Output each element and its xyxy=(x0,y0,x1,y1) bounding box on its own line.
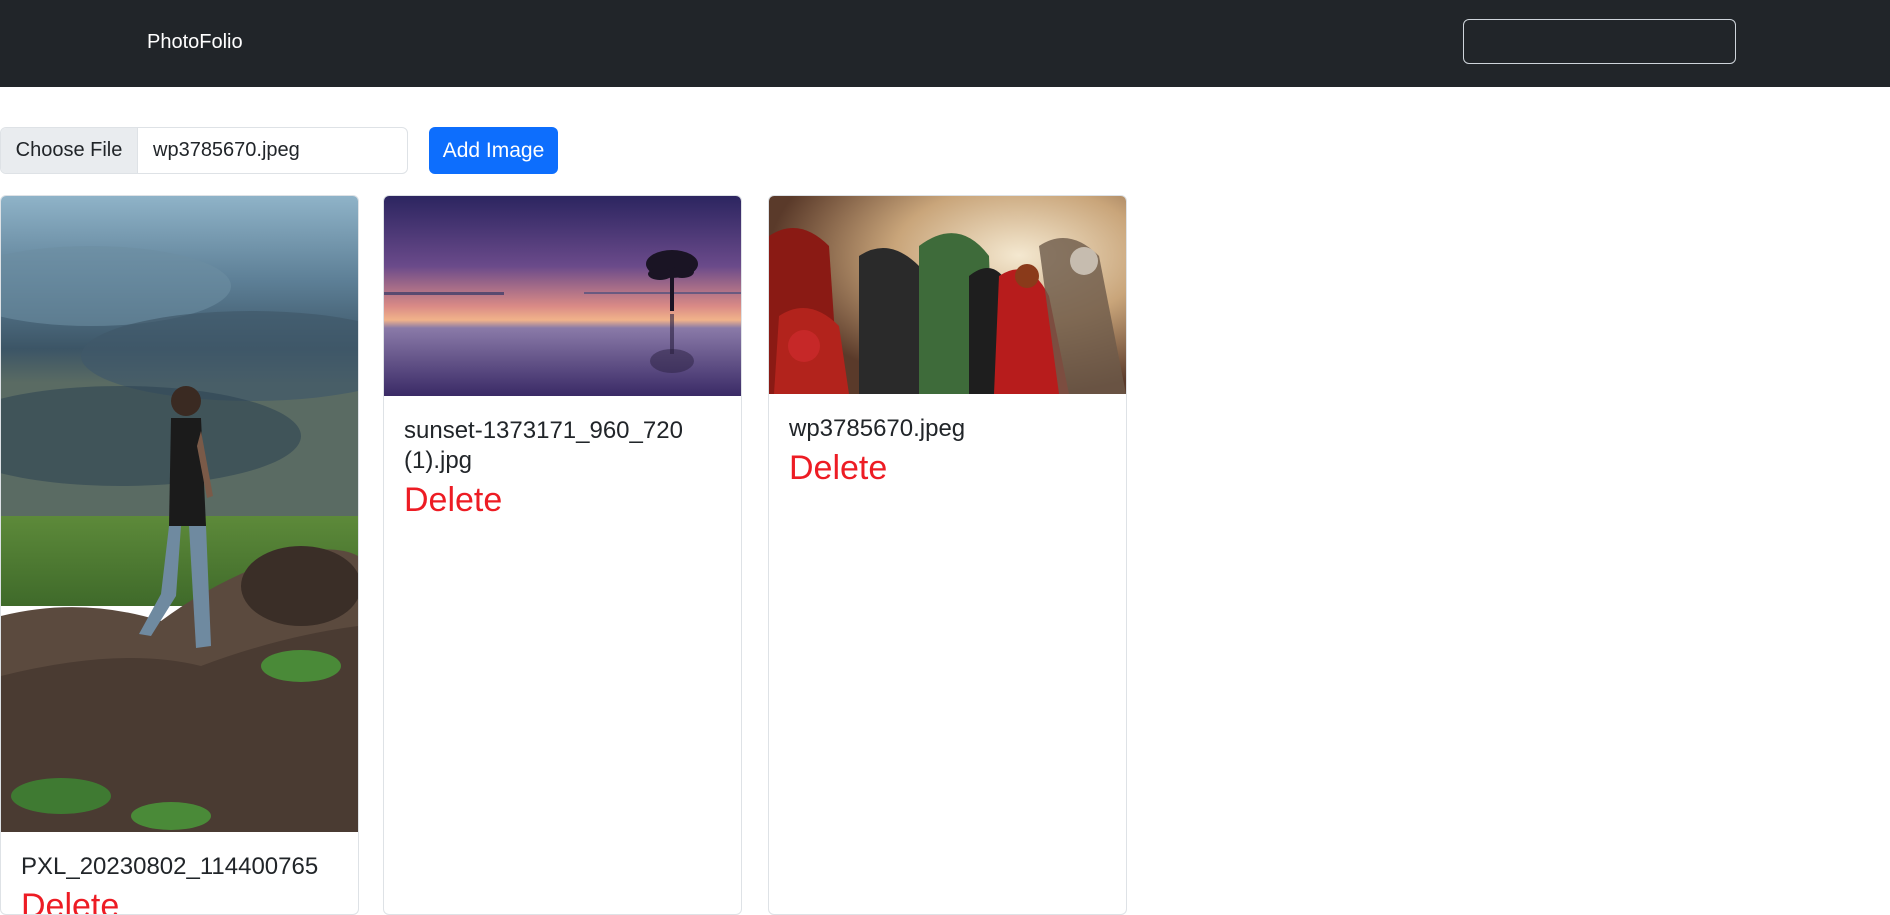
photo-superheroes xyxy=(769,196,1126,394)
card-body: wp3785670.jpeg Delete xyxy=(769,394,1126,488)
search-input[interactable] xyxy=(1463,19,1736,64)
card-body: sunset-1373171_960_720 (1).jpg Delete xyxy=(384,396,741,520)
image-card: wp3785670.jpeg Delete xyxy=(768,195,1127,915)
delete-button[interactable]: Delete xyxy=(1,886,358,914)
image-title: PXL_20230802_114400765 xyxy=(21,853,319,880)
image-title: wp3785670.jpeg xyxy=(789,415,966,442)
add-image-button[interactable]: Add Image xyxy=(429,127,558,174)
selected-file-name: wp3785670.jpeg xyxy=(153,139,300,161)
file-input[interactable]: Choose File wp3785670.jpeg xyxy=(0,127,408,174)
delete-button[interactable]: Delete xyxy=(384,480,741,520)
image-card: sunset-1373171_960_720 (1).jpg Delete xyxy=(383,195,742,915)
photo-person-on-rock xyxy=(1,196,358,832)
photo-sunset-lake xyxy=(384,196,741,396)
choose-file-button[interactable]: Choose File xyxy=(1,128,138,173)
navbar: PhotoFolio xyxy=(0,0,1890,87)
brand-logo-text[interactable]: PhotoFolio xyxy=(147,30,243,54)
card-body: PXL_20230802_114400765 Delete xyxy=(1,832,358,914)
delete-button[interactable]: Delete xyxy=(769,448,1126,488)
image-title: sunset-1373171_960_720 (1).jpg xyxy=(404,417,683,474)
image-card: PXL_20230802_114400765 Delete xyxy=(0,195,359,915)
